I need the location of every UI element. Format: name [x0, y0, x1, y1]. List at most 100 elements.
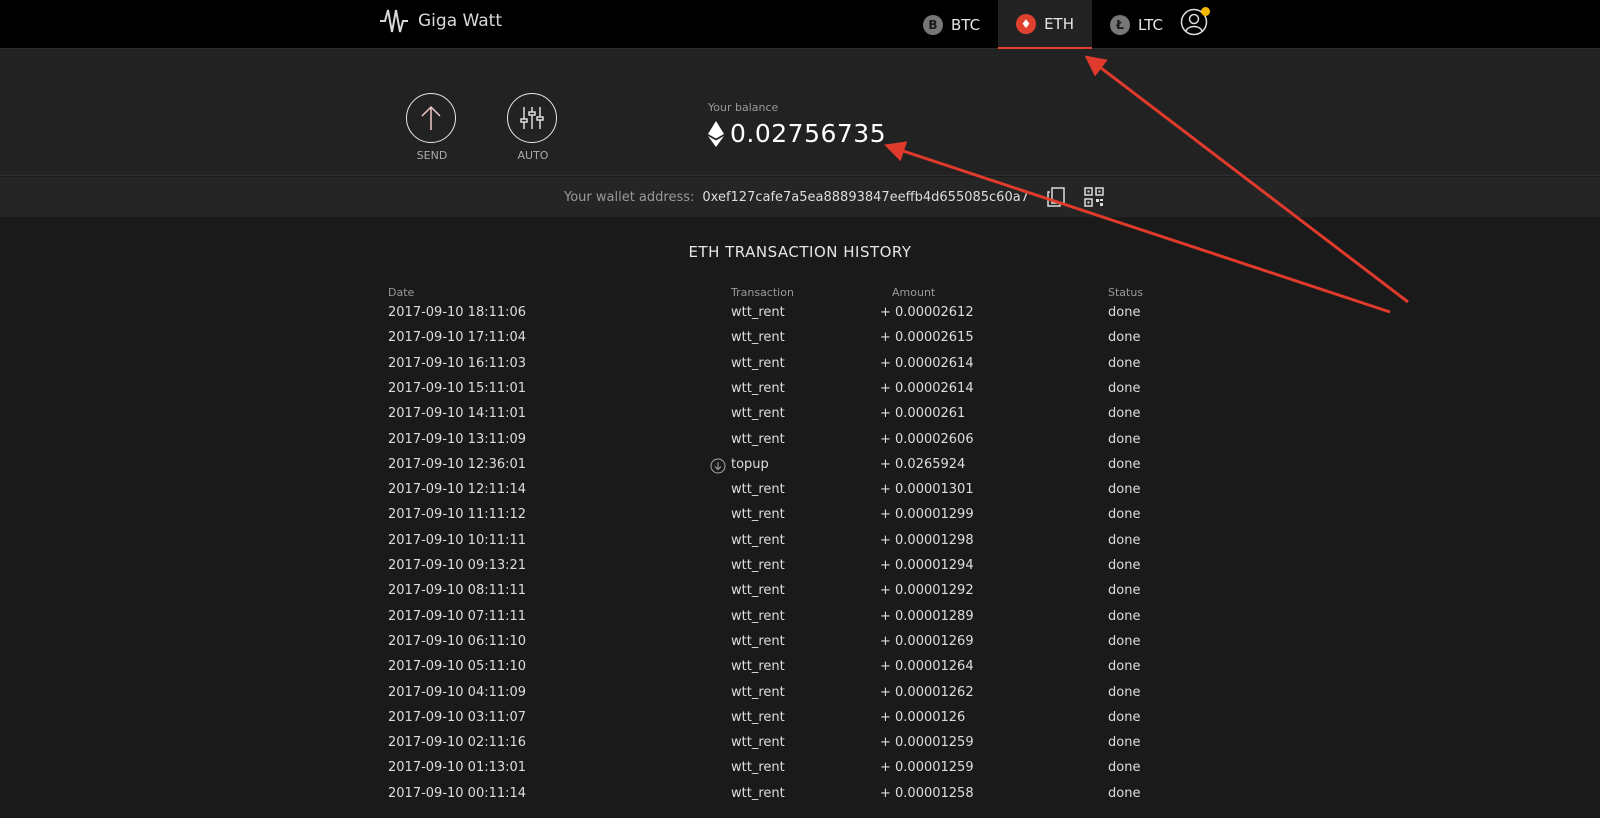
cell-transaction: wtt_rent [731, 507, 785, 523]
cell-amount: + 0.00001294 [880, 558, 974, 573]
tab-ltc[interactable]: Ł LTC [1092, 0, 1181, 49]
send-button[interactable]: SEND [406, 93, 458, 162]
send-circle [406, 93, 456, 143]
qr-code-button[interactable] [1083, 186, 1105, 208]
table-row: 2017-09-10 05:11:10 wtt_rent + 0.00001264 d… [0, 659, 1600, 684]
cell-amount: + 0.00002614 [880, 355, 974, 371]
table-row: 2017-09-10 14:11:01 wtt_rent + 0.0000261 do… [0, 406, 1600, 431]
cell-status: done [1108, 608, 1141, 624]
table-row: 2017-09-10 00:11:14 wtt_rent + 0.00001258 d… [0, 786, 1600, 811]
cell-date: 2017-09-10 06:11:10 [388, 633, 527, 649]
table-row: 2017-09-10 03:11:07 wtt_rent + 0.0000126 do… [0, 710, 1600, 735]
cell-amount: + 0.00002614 [880, 380, 974, 396]
table-row: 2017-09-10 08:11:11 wtt_rent + 0.00001292 d… [0, 583, 1600, 608]
cell-date: 2017-09-10 03:11:07 [388, 709, 527, 725]
tab-btc[interactable]: B BTC [905, 0, 998, 49]
cell-amount: + 0.0265924 [880, 456, 966, 472]
tab-ltc-label: LTC [1137, 15, 1164, 34]
cell-status: done [1108, 558, 1141, 573]
cell-transaction: wtt_rent [731, 709, 785, 725]
column-header-amount: Amount [892, 286, 936, 299]
cell-date: 2017-09-10 16:11:03 [388, 355, 527, 371]
ethereum-icon [708, 120, 724, 147]
table-row: 2017-09-10 01:13:01 wtt_rent + 0.00001259 d… [0, 760, 1600, 785]
table-row: 2017-09-10 18:11:06 wtt_rent + 0.00002612 d… [0, 305, 1600, 330]
cell-amount: + 0.0000261 [880, 406, 966, 422]
top-nav: Giga Watt B BTC ♦ ETH Ł LTC [0, 0, 1600, 49]
copy-icon [1047, 187, 1065, 207]
cell-date: 2017-09-10 18:11:06 [388, 305, 527, 320]
cell-transaction: wtt_rent [731, 608, 785, 624]
cell-status: done [1108, 305, 1141, 320]
cell-transaction: wtt_rent [731, 482, 785, 498]
currency-tabs: B BTC ♦ ETH Ł LTC [905, 0, 1181, 49]
cell-date: 2017-09-10 04:11:09 [388, 684, 527, 700]
cell-transaction: wtt_rent [731, 406, 785, 422]
cell-date: 2017-09-10 05:11:10 [388, 659, 527, 675]
cell-transaction: wtt_rent [731, 684, 785, 700]
column-header-status: Status [1108, 286, 1144, 299]
table-row: 2017-09-10 13:11:09 wtt_rent + 0.00002606 d… [0, 432, 1600, 457]
balance-amount: 0.02756735 [730, 119, 887, 148]
cell-status: done [1108, 507, 1141, 523]
send-label: SEND [416, 149, 448, 162]
wallet-address-bar: Your wallet address: 0xef127cafe7a5ea888… [0, 177, 1600, 217]
cell-amount: + 0.00001259 [880, 735, 974, 751]
cell-status: done [1108, 633, 1141, 649]
cell-status: done [1108, 583, 1141, 599]
notification-dot [1201, 7, 1210, 16]
brand-name: Giga Watt [418, 11, 502, 31]
cell-status: done [1108, 330, 1141, 346]
balance-value: 0.02756735 [708, 119, 886, 148]
table-row: 2017-09-10 02:11:16 wtt_rent + 0.00001259 d… [0, 735, 1600, 760]
tab-eth[interactable]: ♦ ETH [998, 0, 1092, 49]
cell-transaction: wtt_rent [731, 355, 785, 371]
cell-date: 2017-09-10 11:11:12 [388, 507, 527, 523]
auto-circle [507, 93, 557, 143]
qr-code-icon [1084, 187, 1104, 207]
bitcoin-icon: B [923, 14, 943, 35]
cell-date: 2017-09-10 07:11:11 [388, 608, 527, 624]
auto-button[interactable]: AUTO [507, 93, 559, 162]
cell-transaction: wtt_rent [731, 735, 785, 751]
tab-eth-label: ETH [1044, 14, 1074, 33]
cell-transaction: wtt_rent [731, 330, 785, 346]
sliders-icon [520, 107, 544, 129]
cell-date: 2017-09-10 15:11:01 [388, 380, 527, 396]
copy-button[interactable] [1045, 186, 1067, 208]
cell-amount: + 0.00002615 [880, 330, 974, 346]
wallet-address-value[interactable]: 0xef127cafe7a5ea88893847eeffb4d655085c60… [702, 190, 1029, 205]
litecoin-icon: Ł [1109, 14, 1130, 35]
table-row: 2017-09-10 09:13:21 wtt_rent + 0.00001294 d… [0, 558, 1600, 583]
balance-label: Your balance [708, 101, 779, 114]
profile-button[interactable] [1180, 7, 1210, 36]
cell-transaction: wtt_rent [731, 760, 785, 776]
table-row: 2017-09-10 04:11:09 wtt_rent + 0.00001262 d… [0, 685, 1600, 710]
cell-amount: + 0.00001264 [880, 659, 974, 675]
gigawatt-logo-icon [380, 9, 408, 33]
tab-btc-label: BTC [951, 15, 981, 34]
table-row: 2017-09-10 17:11:04 wtt_rent + 0.00002615 d… [0, 330, 1600, 355]
cell-amount: + 0.00001301 [880, 482, 974, 498]
cell-transaction: wtt_rent [731, 431, 785, 447]
cell-amount: + 0.0000126 [880, 709, 966, 725]
table-row: 2017-09-10 11:11:12 wtt_rent + 0.00001299 d… [0, 507, 1600, 532]
cell-status: done [1108, 684, 1141, 700]
table-row: 2017-09-10 15:11:01 wtt_rent + 0.00002614 d… [0, 381, 1600, 406]
cell-transaction: wtt_rent [731, 380, 785, 396]
column-header-transaction: Transaction [731, 286, 794, 299]
cell-date: 2017-09-10 09:13:21 [388, 558, 527, 573]
cell-amount: + 0.00001269 [880, 633, 974, 649]
cell-date: 2017-09-10 12:36:01 [388, 456, 527, 472]
table-row: 2017-09-10 12:36:01 topup + 0.0265924 done [0, 457, 1600, 482]
cell-date: 2017-09-10 13:11:09 [388, 431, 527, 447]
cell-transaction: wtt_rent [731, 633, 785, 649]
cell-status: done [1108, 380, 1141, 396]
cell-amount: + 0.00001262 [880, 684, 974, 700]
table-row: 2017-09-10 10:11:11 wtt_rent + 0.00001298 d… [0, 533, 1600, 558]
cell-transaction: wtt_rent [731, 305, 785, 320]
cell-amount: + 0.00001292 [880, 583, 974, 599]
download-circle-icon [710, 458, 726, 474]
brand-logo[interactable]: Giga Watt [378, 6, 502, 36]
cell-status: done [1108, 785, 1141, 801]
